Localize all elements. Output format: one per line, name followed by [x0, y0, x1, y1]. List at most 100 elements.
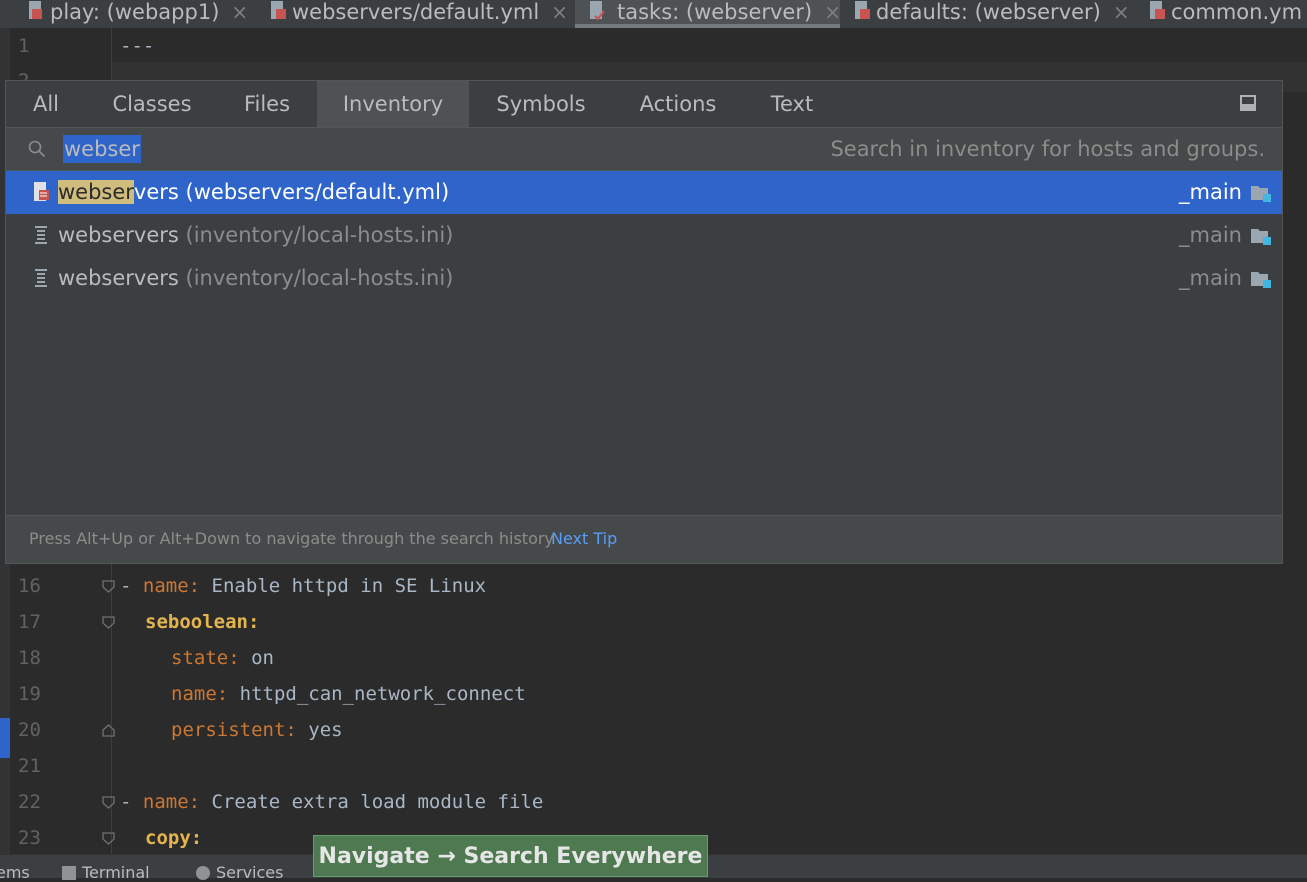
result-scope: _main — [1179, 266, 1242, 290]
editor-tab-label: play: (webapp1) — [50, 0, 220, 24]
search-results: webservers (webservers/default.yml) _mai… — [6, 171, 1282, 300]
tab-all[interactable]: All — [26, 81, 66, 127]
line-number: 23 — [18, 827, 41, 849]
yaml-sep: : — [188, 575, 212, 597]
line-number: 17 — [18, 611, 41, 633]
code-line: persistent: yes — [171, 719, 343, 741]
line-number: 1 — [18, 35, 30, 57]
editor-tab-webservers-default[interactable]: webservers/default.yml × — [266, 0, 568, 24]
fold-icon[interactable] — [102, 832, 115, 845]
line-number: 21 — [18, 755, 41, 777]
result-item[interactable]: webservers (inventory/local-hosts.ini) _… — [6, 257, 1282, 300]
close-icon[interactable]: × — [1113, 0, 1130, 24]
result-item[interactable]: webservers (webservers/default.yml) _mai… — [6, 171, 1282, 214]
search-icon — [28, 140, 46, 158]
fold-end-icon[interactable] — [102, 724, 115, 737]
yaml-key: seboolean — [145, 611, 248, 633]
left-panel-marker — [0, 718, 10, 758]
tool-label: Terminal — [82, 863, 150, 882]
close-icon[interactable]: × — [551, 0, 568, 24]
result-path: (inventory/local-hosts.ini) — [185, 223, 454, 247]
search-hint: Search in inventory for hosts and groups… — [830, 137, 1265, 161]
tool-label: Services — [216, 863, 284, 882]
tool-terminal[interactable]: Terminal — [62, 863, 150, 882]
yaml-file-icon — [855, 1, 870, 19]
editor-tab-label: defaults: (webserver) — [876, 0, 1101, 24]
editor-tab-label: webservers/default.yml — [292, 0, 540, 24]
search-input[interactable]: webser — [63, 135, 141, 163]
code-line: - name: Create extra load module file — [120, 791, 543, 813]
open-in-tool-window-icon[interactable] — [1240, 95, 1256, 111]
yaml-sep: : — [228, 647, 252, 669]
editor-tab-bar: play: (webapp1) × webservers/default.yml… — [0, 0, 1307, 29]
yaml-file-icon — [1150, 1, 1165, 19]
yaml-value: Create extra load module file — [211, 791, 544, 813]
yaml-key: copy — [145, 827, 191, 849]
yaml-sep: : — [188, 791, 212, 813]
yaml-sep: : — [190, 827, 203, 849]
editor-tab-label: tasks: (webserver) — [617, 0, 813, 24]
tab-classes[interactable]: Classes — [102, 81, 202, 127]
editor-tab-play[interactable]: play: (webapp1) × — [24, 0, 248, 24]
result-path: (webservers/default.yml) — [185, 180, 450, 204]
code-line: --- — [120, 35, 155, 57]
result-name-rest: webservers — [58, 266, 179, 290]
result-item[interactable]: webservers (inventory/local-hosts.ini) _… — [6, 214, 1282, 257]
folder-icon — [1251, 186, 1271, 202]
result-name: webservers (webservers/default.yml) — [58, 179, 449, 205]
result-scope: _main — [1179, 180, 1242, 204]
action-hint-popup: Navigate → Search Everywhere — [313, 835, 708, 877]
editor-tab-common[interactable]: common.ym — [1145, 0, 1302, 24]
tool-label: ems — [0, 863, 30, 882]
editor-tab-tasks[interactable]: tasks: (webserver) × — [575, 0, 841, 28]
code-dash: - — [120, 791, 143, 813]
search-everywhere-popup: All Classes Files Inventory Symbols Acti… — [5, 80, 1283, 564]
code-line: name: httpd_can_network_connect — [171, 683, 526, 705]
fold-icon[interactable] — [102, 580, 115, 593]
code-line: state: on — [171, 647, 274, 669]
tab-inventory[interactable]: Inventory — [317, 81, 469, 127]
line-number: 20 — [18, 719, 41, 741]
tab-files[interactable]: Files — [234, 81, 300, 127]
yaml-value: httpd_can_network_connect — [239, 683, 526, 705]
yaml-key: persistent — [171, 719, 286, 741]
yaml-file-icon — [590, 1, 605, 21]
yaml-sep: : — [216, 683, 240, 705]
tab-symbols[interactable]: Symbols — [486, 81, 596, 127]
result-scope: _main — [1179, 223, 1242, 247]
terminal-icon — [62, 865, 76, 880]
search-tip: Press Alt+Up or Alt+Down to navigate thr… — [29, 529, 554, 548]
tab-text[interactable]: Text — [759, 81, 825, 127]
fold-icon[interactable] — [102, 616, 115, 629]
yaml-sep: : — [247, 611, 260, 633]
tool-problems[interactable]: ems — [0, 863, 30, 882]
fold-icon[interactable] — [102, 796, 115, 809]
result-name: webservers (inventory/local-hosts.ini) — [58, 265, 453, 291]
result-name-rest: webservers — [58, 223, 179, 247]
yaml-key: name — [142, 575, 189, 597]
next-tip-link[interactable]: Next Tip — [551, 529, 617, 548]
tab-actions[interactable]: Actions — [628, 81, 728, 127]
yaml-sep: : — [285, 719, 309, 741]
services-icon — [196, 865, 210, 880]
yaml-key: state — [171, 647, 229, 669]
search-row: webser Search in inventory for hosts and… — [6, 127, 1282, 171]
editor-tab-defaults[interactable]: defaults: (webserver) × — [850, 0, 1130, 24]
line-number: 22 — [18, 791, 41, 813]
close-icon[interactable]: × — [231, 0, 248, 24]
yaml-file-icon — [34, 182, 49, 201]
yaml-value: Enable httpd in SE Linux — [211, 575, 487, 597]
popup-footer: Press Alt+Up or Alt+Down to navigate thr… — [6, 515, 1282, 563]
yaml-file-icon — [29, 1, 42, 19]
tool-services[interactable]: Services — [196, 863, 283, 882]
code-dash: - — [120, 575, 143, 597]
code-line: seboolean: — [145, 611, 259, 633]
folder-icon — [1251, 229, 1271, 245]
result-name: webservers (inventory/local-hosts.ini) — [58, 222, 453, 248]
close-icon[interactable]: × — [824, 0, 841, 24]
yaml-key: name — [171, 683, 217, 705]
line-number: 18 — [18, 647, 41, 669]
yaml-value: yes — [308, 719, 343, 741]
result-name-rest: vers — [133, 180, 179, 204]
yaml-key: name — [142, 791, 189, 813]
